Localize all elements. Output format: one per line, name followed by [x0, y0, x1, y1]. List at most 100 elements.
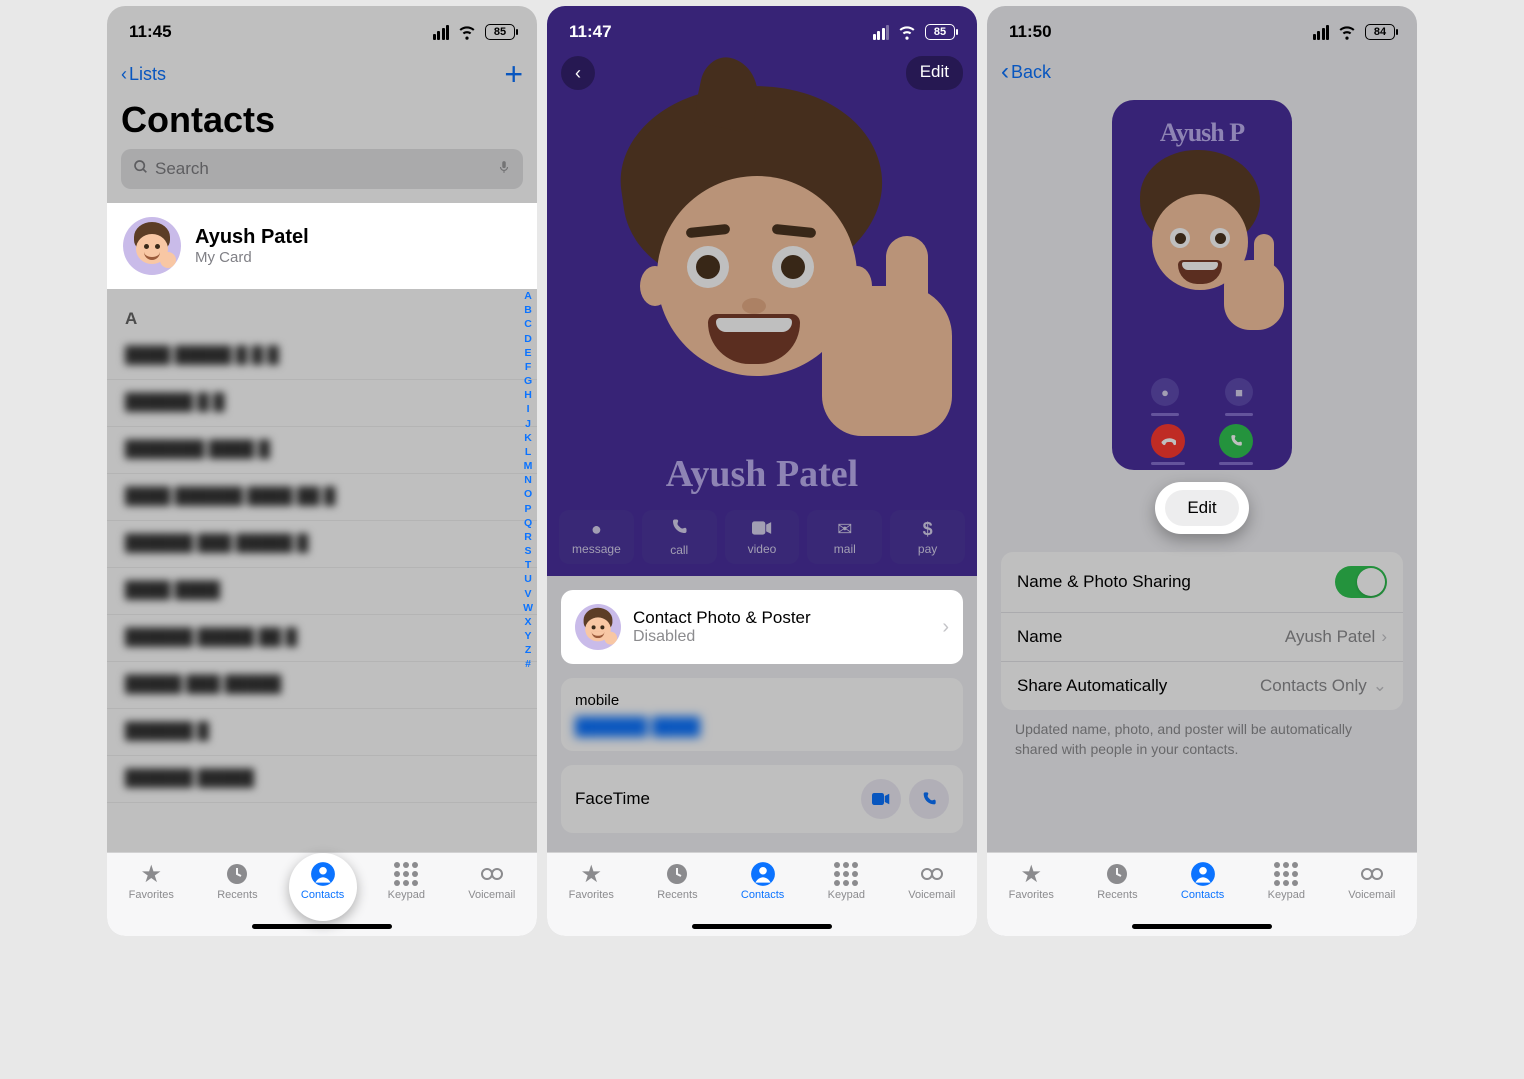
contact-details: Contact Photo & Poster Disabled › mobile… [547, 576, 977, 852]
search-icon [133, 159, 149, 180]
tab-recents[interactable]: Recents [1097, 861, 1137, 901]
contact-photo-poster-row[interactable]: Contact Photo & Poster Disabled › [561, 590, 963, 664]
signal-icon [873, 25, 890, 40]
tab-favorites[interactable]: ★Favorites [1009, 861, 1054, 901]
chevron-left-icon: ‹ [121, 64, 127, 85]
poster-preview[interactable]: Ayush P ● ■ [1112, 100, 1292, 470]
home-indicator[interactable] [1132, 924, 1272, 929]
preview-message-icon: ● [1151, 378, 1179, 406]
tab-voicemail[interactable]: Voicemail [908, 861, 955, 901]
mobile-label: mobile [575, 692, 949, 709]
home-indicator[interactable] [252, 924, 392, 929]
video-icon [752, 519, 772, 540]
mail-icon: ✉ [837, 519, 852, 540]
contact-row[interactable]: ██████ █████ ██ █ [107, 615, 537, 662]
tab-voicemail[interactable]: Voicemail [1348, 861, 1395, 901]
contact-row[interactable]: ████ ██████ ████ ██ █ [107, 474, 537, 521]
edit-poster-button[interactable]: Edit [1165, 490, 1238, 526]
tab-contacts[interactable]: Contacts [741, 861, 784, 901]
status-indicators: 85 [433, 18, 516, 47]
voicemail-icon [481, 861, 503, 887]
tab-favorites[interactable]: ★Favorites [129, 861, 174, 901]
facetime-label: FaceTime [575, 789, 650, 809]
facetime-audio-button[interactable] [909, 779, 949, 819]
tab-keypad[interactable]: Keypad [1268, 861, 1305, 901]
home-indicator[interactable] [692, 924, 832, 929]
add-contact-button[interactable]: + [504, 56, 523, 93]
clock-icon [665, 861, 689, 887]
page-title: Contacts [107, 99, 537, 149]
my-card-row[interactable]: Ayush Patel My Card [107, 203, 537, 289]
edit-button[interactable]: Edit [906, 56, 963, 90]
back-button[interactable]: ‹ Back [1001, 58, 1403, 86]
star-icon: ★ [581, 861, 603, 887]
contact-icon [310, 861, 336, 887]
action-mail[interactable]: ✉mail [807, 510, 882, 564]
keypad-icon [834, 861, 858, 887]
contact-row[interactable]: ████ ████ [107, 568, 537, 615]
signal-icon [433, 25, 450, 40]
section-header: A [107, 299, 537, 333]
contacts-list[interactable]: ABCDEFGHIJKLMNOPQRSTUVWXYZ# A ████ █████… [107, 289, 537, 852]
status-indicators: 85 [873, 18, 956, 47]
tab-contacts[interactable]: Contacts [1181, 861, 1224, 901]
contact-row[interactable]: ██████ ███ █████ █ [107, 521, 537, 568]
auto-value: Contacts Only [1260, 676, 1367, 696]
sharing-toggle[interactable] [1335, 566, 1387, 598]
tab-keypad[interactable]: Keypad [828, 861, 865, 901]
preview-call-buttons [1112, 424, 1292, 458]
nav-header: ‹ Lists + [107, 52, 537, 99]
search-field[interactable]: Search [121, 149, 523, 189]
contact-row[interactable]: ██████ █████ [107, 756, 537, 803]
search-placeholder: Search [155, 159, 491, 179]
contact-row[interactable]: ███████ ████ █ [107, 427, 537, 474]
action-message[interactable]: ●message [559, 510, 634, 564]
contact-row[interactable]: ████ █████ █ █ █ [107, 333, 537, 380]
back-button[interactable]: ‹ [561, 56, 595, 90]
tab-voicemail[interactable]: Voicemail [468, 861, 515, 901]
contact-row[interactable]: ██████ █ █ [107, 380, 537, 427]
star-icon: ★ [1021, 861, 1043, 887]
tab-recents[interactable]: Recents [657, 861, 697, 901]
share-auto-row[interactable]: Share Automatically Contacts Only⌄ [1001, 662, 1403, 710]
az-index[interactable]: ABCDEFGHIJKLMNOPQRSTUVWXYZ# [523, 289, 533, 672]
updown-icon: ⌄ [1373, 676, 1387, 696]
voicemail-icon [921, 861, 943, 887]
sharing-label: Name & Photo Sharing [1017, 572, 1191, 592]
name-row[interactable]: Name Ayush Patel› [1001, 613, 1403, 662]
nav-header: ‹ Back [987, 52, 1417, 92]
contact-row[interactable]: ██████ █ [107, 709, 537, 756]
tab-contacts[interactable]: Contacts [301, 861, 344, 901]
contact-poster: 11:47 85 ‹ Edit Ayush Patel ●message cal… [547, 6, 977, 576]
memoji-icon [130, 224, 174, 268]
signal-icon [1313, 25, 1330, 40]
back-lists-button[interactable]: ‹ Lists [121, 64, 166, 85]
chevron-right-icon: › [942, 616, 949, 639]
tab-recents[interactable]: Recents [217, 861, 257, 901]
contact-row[interactable]: █████ ███ █████ [107, 662, 537, 709]
action-video[interactable]: video [725, 510, 800, 564]
status-bar: 11:50 84 [987, 6, 1417, 52]
poster-preview-name: Ayush P [1112, 100, 1292, 148]
facetime-video-button[interactable] [861, 779, 901, 819]
action-pay[interactable]: $pay [890, 510, 965, 564]
edit-highlight: Edit [1155, 482, 1248, 534]
status-bar: 11:45 85 [107, 6, 537, 52]
tab-keypad[interactable]: Keypad [388, 861, 425, 901]
footer-note: Updated name, photo, and poster will be … [987, 710, 1417, 769]
sharing-settings-group: Name & Photo Sharing Name Ayush Patel› S… [1001, 552, 1403, 710]
contact-icon [1190, 861, 1216, 887]
memoji-poster [602, 86, 922, 426]
clock-icon [225, 861, 249, 887]
mycard-sub: My Card [195, 249, 309, 266]
dictate-icon[interactable] [497, 158, 511, 181]
mobile-card[interactable]: mobile ██████ ████ [561, 678, 963, 751]
battery-indicator: 85 [485, 24, 515, 40]
cpp-title: Contact Photo & Poster [633, 608, 811, 628]
status-time: 11:45 [129, 22, 172, 42]
clock-icon [1105, 861, 1129, 887]
status-time: 11:47 [569, 22, 612, 42]
tab-favorites[interactable]: ★Favorites [569, 861, 614, 901]
action-call[interactable]: call [642, 510, 717, 564]
status-time: 11:50 [1009, 22, 1052, 42]
